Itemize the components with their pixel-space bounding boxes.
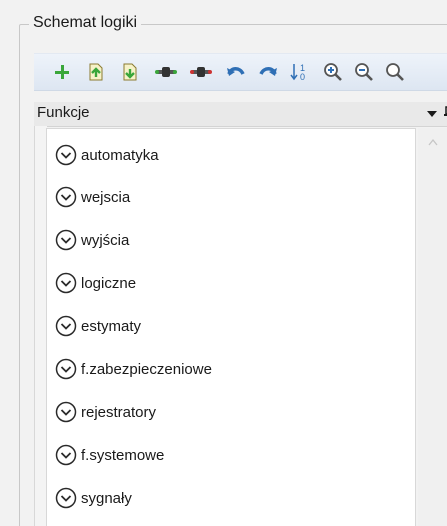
connector-remove-button[interactable] [189,60,213,84]
list-item-label: f.zabezpieczeniowe [81,360,212,378]
zoom-out-button[interactable] [352,60,376,84]
functions-panel-header: Funkcje [34,102,447,127]
export-icon [89,63,103,81]
chevron-down-icon[interactable] [55,229,77,251]
list-item[interactable]: sygnały [55,483,132,513]
vertical-scrollbar[interactable] [418,128,447,526]
redo-icon [259,67,277,76]
import-icon [123,63,137,81]
pin-icon[interactable] [443,106,447,122]
panel-title: Funkcje [37,104,90,121]
add-icon [55,65,69,79]
chevron-down-icon[interactable] [55,315,77,337]
zoom-fit-icon [386,63,404,81]
zoom-in-icon [324,63,342,81]
zoom-out-icon [355,63,373,81]
toolbar: 1 0 [34,53,447,91]
chevron-down-icon[interactable] [55,272,77,294]
list-item[interactable]: rejestratory [55,397,156,427]
chevron-down-icon[interactable] [55,144,77,166]
export-button[interactable] [84,60,108,84]
undo-icon [227,67,245,76]
svg-text:0: 0 [300,72,305,82]
scroll-up-arrow-icon[interactable] [428,138,438,146]
list-item[interactable]: f.zabezpieczeniowe [55,354,212,384]
list-item-label: wyjścia [81,231,130,249]
chevron-down-icon[interactable] [55,444,77,466]
zoom-fit-button[interactable] [383,60,407,84]
import-button[interactable] [118,60,142,84]
dropdown-arrow-icon[interactable] [426,108,438,120]
chevron-down-icon[interactable] [55,401,77,423]
logic-schema-window: Schemat logiki 1 0 Funkcje automatyka we… [0,0,447,526]
list-item[interactable]: logiczne [55,268,136,298]
functions-list: automatyka wejscia wyjścia logiczne estymaty… [46,128,416,526]
list-item-label: logiczne [81,274,137,292]
list-item-label: wejscia [81,188,131,206]
chevron-down-icon[interactable] [55,358,77,380]
list-item-label: f.systemowe [81,446,165,464]
connector-icon [155,67,177,77]
sort-button[interactable]: 1 0 [288,60,312,84]
list-item[interactable]: automatyka [55,140,159,170]
list-item-label: estymaty [81,317,142,335]
list-item-label: rejestratory [81,403,157,421]
connector-remove-icon [190,67,212,77]
undo-button[interactable] [224,60,248,84]
add-button[interactable] [50,60,74,84]
groupbox-title: Schemat logiki [29,13,142,33]
redo-button[interactable] [256,60,280,84]
list-item[interactable]: wejscia [55,182,130,212]
list-item-label: automatyka [81,146,159,164]
list-item[interactable]: wyjścia [55,225,129,255]
chevron-down-icon[interactable] [55,487,77,509]
connector-button[interactable] [154,60,178,84]
zoom-in-button[interactable] [321,60,345,84]
list-item[interactable]: f.systemowe [55,440,164,470]
chevron-down-icon[interactable] [55,186,77,208]
sort-icon: 1 0 [290,63,305,82]
list-item-label: sygnały [81,489,132,507]
list-item[interactable]: estymaty [55,311,141,341]
